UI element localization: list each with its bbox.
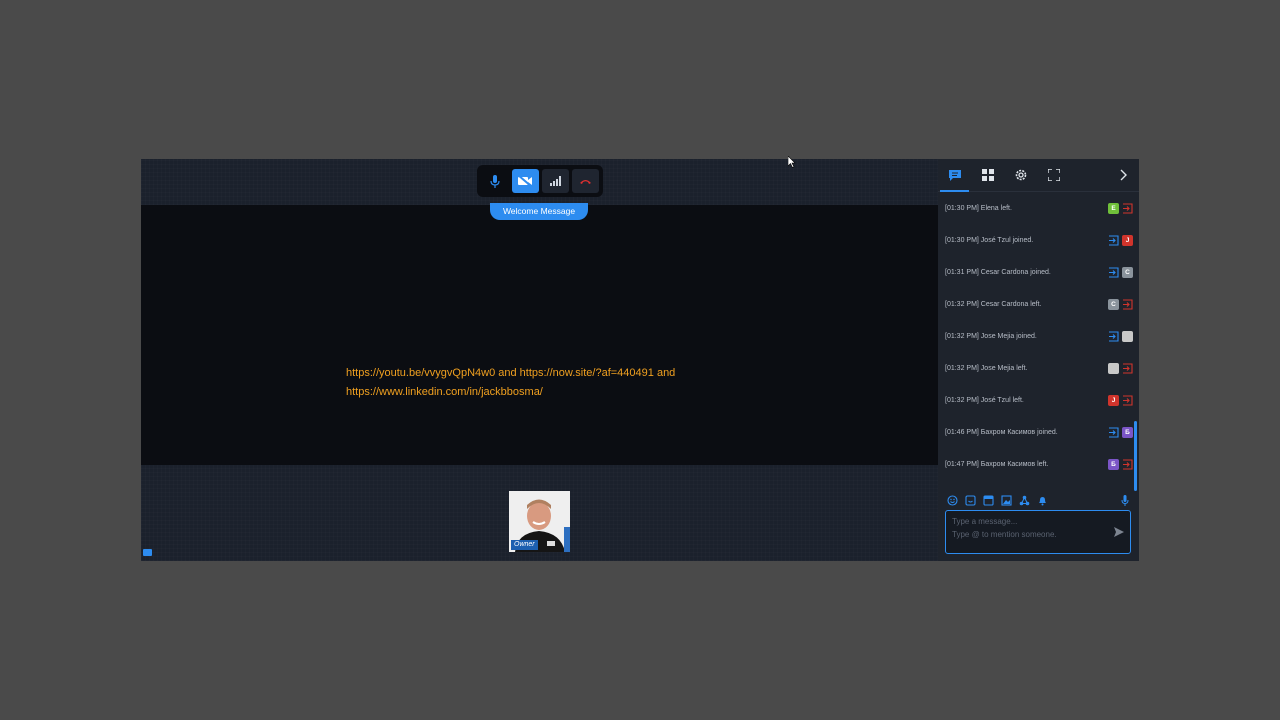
log-entry-text: [01:32 PM] José Tzul left. (945, 396, 1024, 404)
log-entry-text: [01:30 PM] Elena left. (945, 204, 1012, 212)
user-avatar (1108, 362, 1119, 374)
user-avatar: C (1122, 266, 1133, 278)
log-entry-badges (1108, 330, 1133, 342)
mouse-cursor-icon (788, 156, 796, 168)
end-call-icon (579, 179, 591, 184)
user-avatar: Б (1122, 426, 1133, 438)
log-entry-badges: J (1108, 394, 1133, 406)
owner-label: Owner (511, 540, 538, 550)
join-icon (1109, 426, 1119, 438)
log-entry-text: [01:46 PM] Бахром Касимов joined. (945, 428, 1058, 436)
leave-icon (1123, 394, 1133, 406)
chevron-right-icon (1120, 169, 1127, 181)
welcome-message: https://youtu.be/vvygvQpN4w0 and https:/… (346, 364, 766, 402)
log-entry-text: [01:32 PM] Jose Mejia left. (945, 364, 1028, 372)
gif-button[interactable] (982, 494, 995, 507)
camera-button[interactable] (511, 169, 539, 193)
join-icon (1109, 266, 1119, 278)
leave-icon (1123, 202, 1133, 214)
log-entry: [01:30 PM] Elena left. E (938, 192, 1139, 224)
log-entry: [01:30 PM] José Tzul joined. J (938, 224, 1139, 256)
tab-grid[interactable] (971, 159, 1004, 191)
log-entry-text: [01:32 PM] Jose Mejia joined. (945, 332, 1037, 340)
mic-button[interactable] (482, 169, 509, 193)
chat-icon (948, 169, 961, 181)
tab-settings[interactable] (1004, 159, 1037, 191)
log-entry-text: [01:47 PM] Бахром Касимов left. (945, 460, 1049, 468)
tab-fullscreen[interactable] (1037, 159, 1070, 191)
log-entry: [01:32 PM] Jose Mejia joined. (938, 320, 1139, 352)
end-call-button[interactable] (571, 169, 599, 193)
panel-tabs (938, 159, 1139, 192)
voice-message-button[interactable] (1118, 494, 1131, 507)
log-entry-text: [01:31 PM] Cesar Cardona joined. (945, 268, 1051, 276)
user-avatar: C (1108, 298, 1119, 310)
log-entry-badges (1108, 362, 1133, 374)
image-icon (1001, 494, 1012, 506)
side-panel: [01:30 PM] Elena left. E [01:30 PM] José T… (938, 159, 1139, 561)
send-icon[interactable] (1113, 526, 1125, 538)
share-icon (1019, 495, 1030, 505)
message-line-1: https://youtu.be/vvygvQpN4w0 and https:/… (346, 367, 676, 379)
fullscreen-icon (1047, 169, 1060, 181)
leave-icon (1123, 458, 1133, 470)
settings-icon (1015, 169, 1026, 181)
notify-button[interactable] (1036, 494, 1049, 507)
log-entry: [01:47 PM] Бахром Касимов left. Б (938, 448, 1139, 480)
video-stage: https://youtu.be/vvygvQpN4w0 and https:/… (141, 159, 938, 561)
user-avatar (1122, 330, 1133, 342)
message-input[interactable]: Type a message... Type @ to mention some… (945, 510, 1131, 554)
log-entry: [01:32 PM] Jose Mejia left. (938, 352, 1139, 384)
signal-button[interactable] (541, 169, 569, 193)
emoji-button[interactable] (946, 494, 959, 507)
collapse-panel-button[interactable] (1109, 159, 1139, 191)
log-entry-badges: Б (1108, 426, 1133, 438)
meeting-window: https://youtu.be/vvygvQpN4w0 and https:/… (141, 159, 1139, 561)
log-entry: [01:32 PM] José Tzul left. J (938, 384, 1139, 416)
leave-icon (1123, 362, 1133, 374)
sticker-button[interactable] (964, 494, 977, 507)
leave-icon (1123, 298, 1133, 310)
user-avatar: J (1122, 234, 1133, 246)
emoji-icon (947, 494, 958, 506)
log-scrollbar[interactable] (1134, 421, 1137, 491)
log-entry-badges: C (1108, 266, 1133, 278)
activity-log: [01:30 PM] Elena left. E [01:30 PM] José T… (938, 192, 1139, 492)
log-entry-badges: C (1108, 298, 1133, 310)
user-avatar: E (1108, 202, 1119, 214)
grid-icon (981, 169, 994, 181)
log-entry-badges: E (1108, 202, 1133, 214)
user-avatar: Б (1108, 458, 1119, 470)
join-icon (1109, 330, 1119, 342)
bell-icon (1039, 496, 1046, 505)
log-entry-text: [01:32 PM] Cesar Cardona left. (945, 300, 1042, 308)
shared-screen: https://youtu.be/vvygvQpN4w0 and https:/… (141, 205, 938, 465)
join-icon (1109, 234, 1119, 246)
log-entry: [01:32 PM] Cesar Cardona left. C (938, 288, 1139, 320)
participant-thumbnail[interactable]: Owner (509, 491, 570, 552)
camera-off-icon (517, 175, 533, 187)
log-entry-badges: Б (1108, 458, 1133, 470)
signal-icon (549, 176, 561, 186)
user-avatar: J (1108, 394, 1119, 406)
log-entry-badges: J (1108, 234, 1133, 246)
message-line-2: https://www.linkedin.com/in/jackbbosma/ (346, 386, 543, 398)
gif-icon (983, 494, 994, 506)
microphone-icon (490, 174, 500, 188)
log-entry: [01:46 PM] Бахром Касимов joined. Б (938, 416, 1139, 448)
log-entry: [01:31 PM] Cesar Cardona joined. C (938, 256, 1139, 288)
sticker-icon (965, 494, 976, 506)
thumbnail-status-strip (564, 527, 570, 552)
mention-hint: Type @ to mention someone. (952, 530, 1057, 539)
tab-chat[interactable] (938, 159, 971, 192)
call-controls (477, 165, 603, 197)
composer-toolbar (946, 493, 1131, 507)
microphone-icon (1121, 494, 1128, 506)
chat-toggle-icon[interactable] (143, 549, 152, 556)
share-button[interactable] (1018, 494, 1031, 507)
message-input-placeholder: Type a message... (952, 517, 1018, 526)
log-entry-text: [01:30 PM] José Tzul joined. (945, 236, 1034, 244)
image-button[interactable] (1000, 494, 1013, 507)
welcome-message-tab[interactable]: Welcome Message (490, 203, 588, 220)
